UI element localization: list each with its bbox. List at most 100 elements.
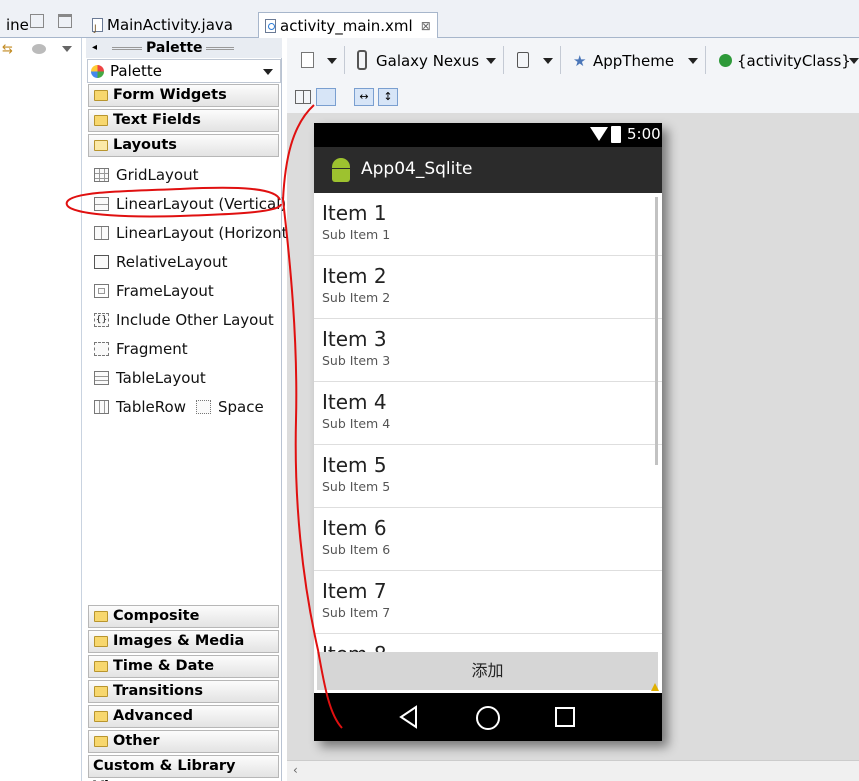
category-composite[interactable]: Composite <box>88 605 279 628</box>
wifi-icon <box>590 127 608 141</box>
category-label: Other <box>113 733 160 749</box>
rotate-icon[interactable] <box>517 52 529 68</box>
chevron-down-icon[interactable] <box>543 58 553 64</box>
status-time: 5:00 <box>627 125 661 143</box>
category-label: Images & Media <box>113 633 245 649</box>
chevron-down-icon[interactable] <box>486 58 496 64</box>
palette-item-linearlayout-vertical[interactable]: LinearLayout (Vertical) <box>94 192 286 216</box>
include-layout-icon: {} <box>94 313 109 327</box>
category-label: Time & Date <box>113 658 215 674</box>
warning-icon[interactable] <box>651 683 659 691</box>
palette-item-framelayout[interactable]: FrameLayout <box>94 279 214 303</box>
minimize-icon[interactable] <box>30 14 44 28</box>
toolbar-separator <box>560 46 561 74</box>
tab-activity-main-xml[interactable]: activity_main.xml ⊠ <box>258 12 438 38</box>
back-icon[interactable] <box>398 705 420 729</box>
split-horizontal-icon[interactable] <box>295 90 311 104</box>
list-scroll-indicator[interactable] <box>655 197 658 465</box>
device-selector[interactable]: Galaxy Nexus <box>376 51 479 71</box>
palette-item-space[interactable]: Space <box>196 395 264 419</box>
vertical-layout-icon <box>94 197 109 211</box>
open-folder-icon <box>94 140 108 151</box>
folder-icon <box>94 661 108 672</box>
palette-item-include-other-layout[interactable]: {} Include Other Layout <box>94 308 274 332</box>
outline-pane: ⇆ <box>0 38 82 781</box>
palette-title: Palette <box>146 40 203 56</box>
chevron-down-icon[interactable] <box>327 58 337 64</box>
item-title: Item 7 <box>322 579 387 603</box>
palette-item-linearlayout-horizontal[interactable]: LinearLayout (Horizont <box>94 221 287 245</box>
list-item[interactable]: Item 8 <box>314 634 662 652</box>
theme-selector[interactable]: AppTheme <box>593 51 674 71</box>
fit-height-icon[interactable]: ↕ <box>378 88 398 106</box>
item-subtitle: Sub Item 2 <box>322 290 391 305</box>
list-item[interactable]: Item 7 Sub Item 7 <box>314 571 662 634</box>
category-time-date[interactable]: Time & Date <box>88 655 279 678</box>
relative-layout-icon <box>94 255 109 269</box>
collapse-arrow-icon[interactable]: ◂ <box>92 38 97 58</box>
list-item[interactable]: Item 1 Sub Item 1 <box>314 193 662 256</box>
xml-file-icon <box>265 18 276 33</box>
frame-layout-icon <box>94 284 109 298</box>
category-label: Advanced <box>113 708 193 724</box>
category-label: Form Widgets <box>113 87 227 103</box>
category-text-fields[interactable]: Text Fields <box>88 109 279 132</box>
toolbar-separator <box>344 46 345 74</box>
list-item[interactable]: Item 6 Sub Item 6 <box>314 508 662 571</box>
item-title: Item 5 <box>322 453 387 477</box>
chevron-down-icon[interactable] <box>688 58 698 64</box>
folder-icon <box>94 636 108 647</box>
category-transitions[interactable]: Transitions <box>88 680 279 703</box>
item-title: Item 4 <box>322 390 387 414</box>
scroll-left-icon[interactable]: ‹ <box>293 763 298 777</box>
category-custom-library-views[interactable]: Custom & Library Views <box>88 755 279 781</box>
item-label: LinearLayout (Vertical) <box>116 195 287 213</box>
action-bar: App04_Sqlite <box>314 147 662 193</box>
category-label: Custom & Library Views <box>93 758 236 781</box>
view-menu-icon[interactable] <box>62 46 72 52</box>
tab-main-activity[interactable]: MainActivity.java <box>86 12 239 41</box>
palette-selector[interactable]: Palette <box>87 59 281 83</box>
filter-icon[interactable] <box>32 44 46 54</box>
category-other[interactable]: Other <box>88 730 279 753</box>
home-icon[interactable] <box>475 705 501 731</box>
table-layout-icon <box>94 371 109 385</box>
category-advanced[interactable]: Advanced <box>88 705 279 728</box>
recents-icon[interactable] <box>554 706 576 728</box>
item-subtitle: Sub Item 3 <box>322 353 391 368</box>
list-item[interactable]: Item 3 Sub Item 3 <box>314 319 662 382</box>
maximize-icon[interactable] <box>58 14 72 28</box>
category-layouts[interactable]: Layouts <box>88 134 279 157</box>
item-label: Fragment <box>116 340 188 358</box>
split-vertical-icon-active[interactable] <box>316 88 336 106</box>
grid-layout-icon <box>94 168 109 182</box>
fit-width-icon[interactable]: ↔ <box>354 88 374 106</box>
item-title: Item 2 <box>322 264 387 288</box>
list-item[interactable]: Item 4 Sub Item 4 <box>314 382 662 445</box>
toolbar-separator <box>503 46 504 74</box>
navigation-bar <box>314 693 662 741</box>
item-subtitle: Sub Item 1 <box>322 227 391 242</box>
activity-selector[interactable]: {activityClass} <box>737 51 851 71</box>
palette-icon <box>91 65 104 78</box>
palette-item-tablerow[interactable]: TableRow <box>94 395 186 419</box>
sync-icon[interactable]: ⇆ <box>2 42 18 57</box>
category-images-media[interactable]: Images & Media <box>88 630 279 653</box>
palette-selector-label: Palette <box>110 62 162 80</box>
folder-icon <box>94 115 108 126</box>
palette-item-fragment[interactable]: Fragment <box>94 337 188 361</box>
chevron-down-icon[interactable] <box>849 58 859 64</box>
palette-item-tablelayout[interactable]: TableLayout <box>94 366 206 390</box>
category-label: Text Fields <box>113 112 201 128</box>
palette-item-relativelayout[interactable]: RelativeLayout <box>94 250 227 274</box>
category-form-widgets[interactable]: Form Widgets <box>88 84 279 107</box>
horizontal-scrollbar[interactable]: ‹ <box>287 760 859 781</box>
space-icon <box>196 400 211 414</box>
list-item[interactable]: Item 2 Sub Item 2 <box>314 256 662 319</box>
palette-item-gridlayout[interactable]: GridLayout <box>94 163 198 187</box>
add-button[interactable]: 添加 <box>317 652 658 690</box>
list-item[interactable]: Item 5 Sub Item 5 <box>314 445 662 508</box>
close-tab-icon[interactable]: ⊠ <box>421 14 431 38</box>
item-label: TableRow <box>116 398 186 416</box>
config-file-icon[interactable] <box>301 52 314 68</box>
